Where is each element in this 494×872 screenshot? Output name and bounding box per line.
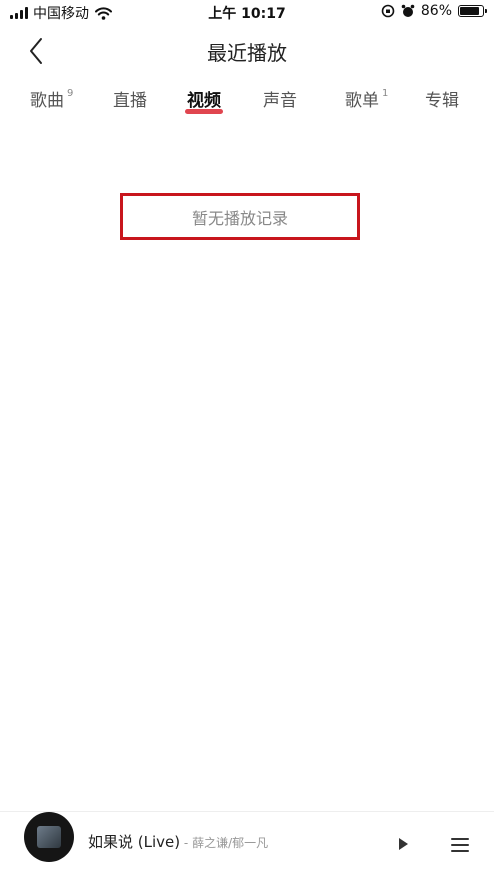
tab-label: 歌单 <box>345 91 379 111</box>
status-left: 中国移动 <box>10 3 112 23</box>
battery-percent: 86% <box>420 3 452 19</box>
tab-songs[interactable]: 歌曲 9 <box>30 86 73 122</box>
active-tab-indicator <box>185 109 223 114</box>
play-icon <box>399 838 408 850</box>
carrier-name: 中国移动 <box>33 6 89 22</box>
artist-separator: - <box>180 836 193 850</box>
tab-count: 9 <box>67 88 74 99</box>
playlist-icon <box>451 838 469 852</box>
tab-label: 歌曲 <box>30 91 64 111</box>
album-art <box>37 826 61 848</box>
play-button[interactable] <box>388 830 416 858</box>
tab-playlists[interactable]: 歌单 1 <box>345 86 388 122</box>
status-bar: 中国移动 上午 10:17 86% <box>0 0 494 26</box>
tab-label: 专辑 <box>425 91 459 111</box>
tab-label: 视频 <box>187 91 221 111</box>
signal-icon <box>10 7 28 19</box>
chevron-left-icon <box>30 38 42 64</box>
battery-icon <box>458 5 487 17</box>
tab-label: 直播 <box>113 91 147 111</box>
playlist-button[interactable] <box>446 830 474 858</box>
tab-label: 声音 <box>263 91 297 111</box>
tab-count: 1 <box>382 88 389 99</box>
back-button[interactable] <box>20 34 54 68</box>
song-title: 如果说 (Live) <box>88 833 181 851</box>
tab-albums[interactable]: 专辑 <box>425 86 459 122</box>
empty-message: 暂无播放记录 <box>191 208 288 228</box>
now-playing-info[interactable]: 如果说 (Live) - 薛之谦/郁一凡 <box>88 831 268 852</box>
tab-sound[interactable]: 声音 <box>263 86 297 122</box>
tab-live[interactable]: 直播 <box>113 86 147 122</box>
tab-video[interactable]: 视频 <box>185 86 223 122</box>
alarm-icon <box>401 4 415 17</box>
orientation-lock-icon <box>381 4 395 18</box>
mini-player: 如果说 (Live) - 薛之谦/郁一凡 <box>0 811 494 872</box>
header: 最近播放 <box>0 26 494 76</box>
tab-bar: 歌曲 9 直播 视频 声音 歌单 1 专辑 <box>0 86 494 122</box>
status-right: 86% <box>381 3 487 19</box>
artist-name: 薛之谦/郁一凡 <box>192 836 269 850</box>
wifi-icon <box>95 6 112 20</box>
empty-state: 暂无播放记录 <box>120 193 360 240</box>
page-title: 最近播放 <box>207 41 287 65</box>
album-cover[interactable] <box>24 812 74 862</box>
